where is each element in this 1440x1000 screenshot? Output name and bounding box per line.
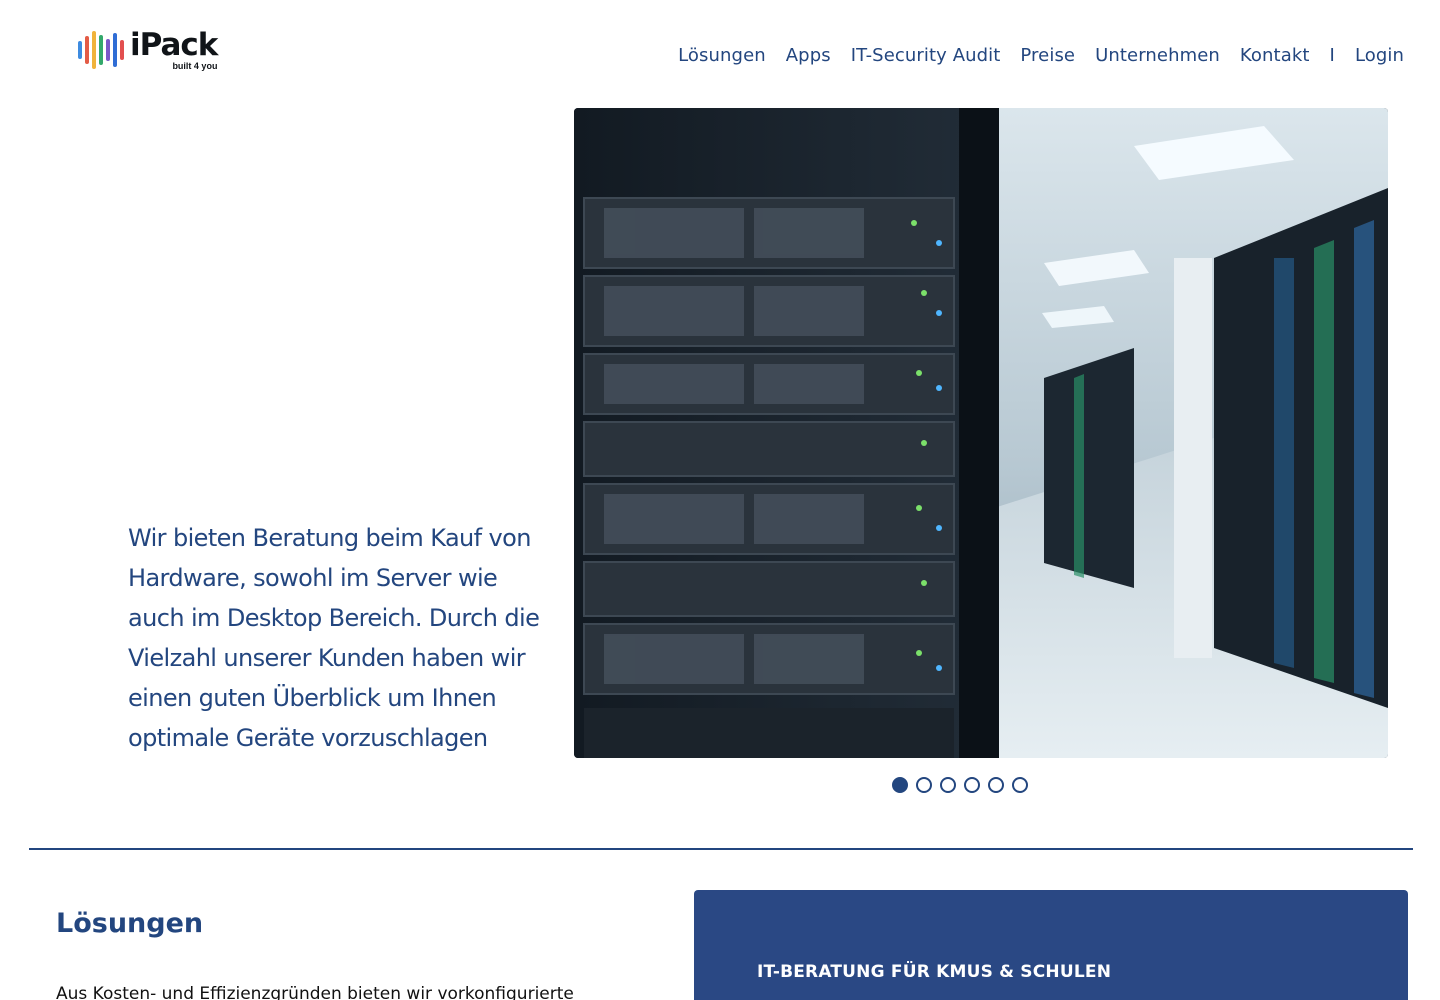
carousel-dot-3[interactable] [940,777,956,793]
nav-item-it-security-audit[interactable]: IT-Security Audit [851,45,1001,66]
carousel-dot-4[interactable] [964,777,980,793]
nav-item-kontakt[interactable]: Kontakt [1240,45,1310,66]
nav-item-login[interactable]: Login [1355,45,1404,66]
nav-item-loesungen[interactable]: Lösungen [678,45,766,66]
section-divider [29,848,1413,850]
consulting-card[interactable]: IT-BERATUNG FÜR KMUS & SCHULEN [694,890,1408,1000]
main-nav: Lösungen Apps IT-Security Audit Preise U… [678,43,1404,67]
logo-tagline: built 4 you [172,61,218,71]
carousel-dot-1[interactable] [892,777,908,793]
nav-item-apps[interactable]: Apps [786,45,831,66]
carousel-dot-5[interactable] [988,777,1004,793]
logo-link[interactable]: iPack built 4 you [78,30,248,76]
logo-bars-icon [78,30,124,70]
logo-text: iPack built 4 you [130,27,218,71]
carousel-dot-6[interactable] [1012,777,1028,793]
nav-separator: I [1329,44,1335,66]
server-rack-photo [574,108,1388,758]
solutions-title: Lösungen [56,908,204,939]
solutions-text: Aus Kosten- und Effizienzgründen bieten … [56,984,574,1000]
nav-item-preise[interactable]: Preise [1020,45,1075,66]
logo-name: iPack [130,27,218,63]
hero-text: Wir bieten Beratung beim Kauf von Hardwa… [128,524,540,752]
carousel-dot-2[interactable] [916,777,932,793]
nav-item-unternehmen[interactable]: Unternehmen [1095,45,1220,66]
page: iPack built 4 you Lösungen Apps IT-Secur… [0,0,1440,1000]
site-header: iPack built 4 you Lösungen Apps IT-Secur… [0,0,1440,108]
carousel-dots [892,777,1028,793]
consulting-card-title: IT-BERATUNG FÜR KMUS & SCHULEN [757,962,1112,982]
hero-image [574,108,1388,758]
